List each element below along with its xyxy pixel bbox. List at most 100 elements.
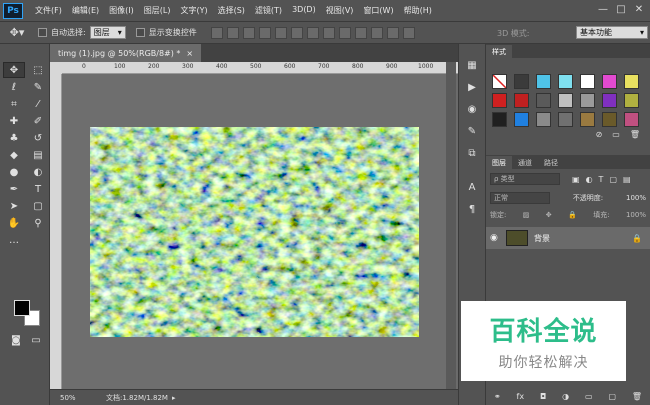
zoom-level[interactable]: 50% [60, 394, 100, 402]
clone-source-icon[interactable]: ⧉ [463, 146, 481, 162]
horizontal-ruler[interactable]: 0 100 200 300 400 500 600 700 800 900 10… [62, 62, 458, 74]
lasso-tool-icon[interactable]: ℓ [3, 79, 25, 95]
clone-stamp-icon[interactable]: ♣ [3, 130, 25, 146]
marquee-tool-icon[interactable]: ⬚ [27, 62, 49, 78]
opacity-value[interactable]: 100% [626, 194, 646, 202]
filter-type-icon[interactable]: T [599, 175, 604, 184]
new-group-icon[interactable]: ▭ [585, 392, 593, 401]
blur-tool-icon[interactable]: ● [3, 164, 25, 180]
lock-position-icon[interactable]: ✥ [546, 211, 552, 219]
menu-layer[interactable]: 图层(L) [144, 5, 171, 16]
distribute-top-icon[interactable] [306, 26, 319, 39]
brush-panel-icon[interactable]: ✎ [463, 124, 481, 140]
style-swatch[interactable] [492, 112, 507, 127]
close-icon[interactable]: × [186, 49, 193, 58]
style-swatch[interactable] [536, 112, 551, 127]
style-swatch[interactable] [536, 74, 551, 89]
distribute-center-icon[interactable] [370, 26, 383, 39]
align-top-icon[interactable] [210, 26, 223, 39]
blend-mode-dropdown[interactable]: 正常 [490, 192, 550, 204]
style-swatch[interactable] [514, 74, 529, 89]
tab-layers[interactable]: 图层 [486, 156, 512, 169]
adjustment-layer-icon[interactable]: ◑ [562, 392, 569, 401]
style-swatch[interactable] [514, 93, 529, 108]
menu-window[interactable]: 窗口(W) [363, 5, 393, 16]
filter-pixel-icon[interactable]: ▣ [572, 175, 580, 184]
vertical-ruler[interactable] [50, 74, 62, 389]
filter-smart-icon[interactable]: ▤ [623, 175, 631, 184]
style-swatch[interactable] [602, 93, 617, 108]
close-button[interactable]: ✕ [632, 3, 646, 17]
foreground-color-swatch[interactable] [14, 300, 30, 316]
screen-mode-icon[interactable]: ▭ [28, 332, 44, 348]
more-tools-icon[interactable]: … [3, 232, 25, 248]
style-swatch[interactable] [558, 93, 573, 108]
style-swatch[interactable] [602, 74, 617, 89]
quick-select-tool-icon[interactable]: ✎ [27, 79, 49, 95]
hand-tool-icon[interactable]: ✋ [3, 215, 25, 231]
move-tool-icon[interactable]: ✥ [3, 62, 25, 78]
align-bottom-icon[interactable] [242, 26, 255, 39]
menu-select[interactable]: 选择(S) [218, 5, 245, 16]
no-style-icon[interactable]: ⊘ [596, 130, 603, 139]
layer-row-background[interactable]: ◉ 背景 🔒 [486, 227, 650, 249]
quick-mask-icon[interactable]: ◙ [8, 332, 24, 348]
menu-edit[interactable]: 编辑(E) [72, 5, 99, 16]
workspace-dropdown[interactable]: 基本功能 ▾ [576, 26, 648, 39]
tab-styles[interactable]: 样式 [486, 45, 512, 58]
fill-value[interactable]: 100% [626, 211, 646, 219]
minimize-button[interactable]: — [596, 3, 610, 17]
pen-tool-icon[interactable]: ✒ [3, 181, 25, 197]
healing-brush-icon[interactable]: ✚ [3, 113, 25, 129]
style-swatch[interactable] [536, 93, 551, 108]
menu-type[interactable]: 文字(Y) [180, 5, 207, 16]
auto-select-dropdown[interactable]: 图层 ▾ [89, 26, 126, 39]
vertical-scrollbar[interactable] [446, 62, 456, 389]
auto-select-checkbox[interactable] [38, 28, 47, 37]
style-swatch[interactable] [492, 93, 507, 108]
maximize-button[interactable]: □ [614, 3, 628, 17]
show-transform-checkbox[interactable] [135, 28, 145, 37]
document-image[interactable] [90, 127, 419, 337]
distribute-bottom-icon[interactable] [338, 26, 351, 39]
path-select-icon[interactable]: ➤ [3, 198, 25, 214]
lock-pixels-icon[interactable]: ▨ [523, 211, 530, 219]
align-middle-icon[interactable] [226, 26, 239, 39]
style-swatch[interactable] [624, 74, 639, 89]
style-swatch[interactable] [624, 112, 639, 127]
distribute-right-icon[interactable] [386, 26, 399, 39]
menu-filter[interactable]: 滤镜(T) [255, 5, 282, 16]
add-mask-icon[interactable]: ◘ [540, 392, 546, 401]
style-swatch[interactable] [580, 93, 595, 108]
crop-tool-icon[interactable]: ⌗ [3, 96, 25, 112]
tab-channels[interactable]: 通道 [512, 156, 538, 169]
menu-image[interactable]: 图像(I) [109, 5, 134, 16]
brush-tool-icon[interactable]: ✐ [27, 113, 49, 129]
menu-file[interactable]: 文件(F) [35, 5, 62, 16]
history-brush-icon[interactable]: ↺ [27, 130, 49, 146]
style-swatch[interactable] [558, 112, 573, 127]
align-center-icon[interactable] [274, 26, 287, 39]
menu-view[interactable]: 视图(V) [326, 5, 354, 16]
chevron-right-icon[interactable]: ▸ [172, 394, 176, 402]
filter-adjust-icon[interactable]: ◐ [586, 175, 593, 184]
document-info[interactable]: 文档:1.82M/1.82M [106, 393, 168, 403]
character-panel-icon[interactable]: A [463, 180, 481, 196]
actions-panel-icon[interactable]: ▶ [463, 80, 481, 96]
tab-paths[interactable]: 路径 [538, 156, 564, 169]
style-swatch[interactable] [580, 112, 595, 127]
fx-icon[interactable]: fx [517, 392, 525, 401]
move-tool-preset-icon[interactable]: ✥▾ [6, 25, 28, 41]
new-layer-icon[interactable]: ▢ [608, 392, 616, 401]
style-swatch[interactable] [492, 74, 507, 89]
layer-filter-dropdown[interactable]: ρ 类型 [490, 173, 560, 185]
eyedropper-tool-icon[interactable]: ⁄ [27, 96, 49, 112]
menu-help[interactable]: 帮助(H) [404, 5, 432, 16]
auto-align-icon[interactable] [402, 26, 415, 39]
align-left-icon[interactable] [258, 26, 271, 39]
history-panel-icon[interactable]: ▦ [463, 58, 481, 74]
link-layers-icon[interactable]: ⚭ [494, 392, 501, 401]
style-swatch[interactable] [624, 93, 639, 108]
menu-3d[interactable]: 3D(D) [292, 5, 316, 16]
type-tool-icon[interactable]: T [27, 181, 49, 197]
